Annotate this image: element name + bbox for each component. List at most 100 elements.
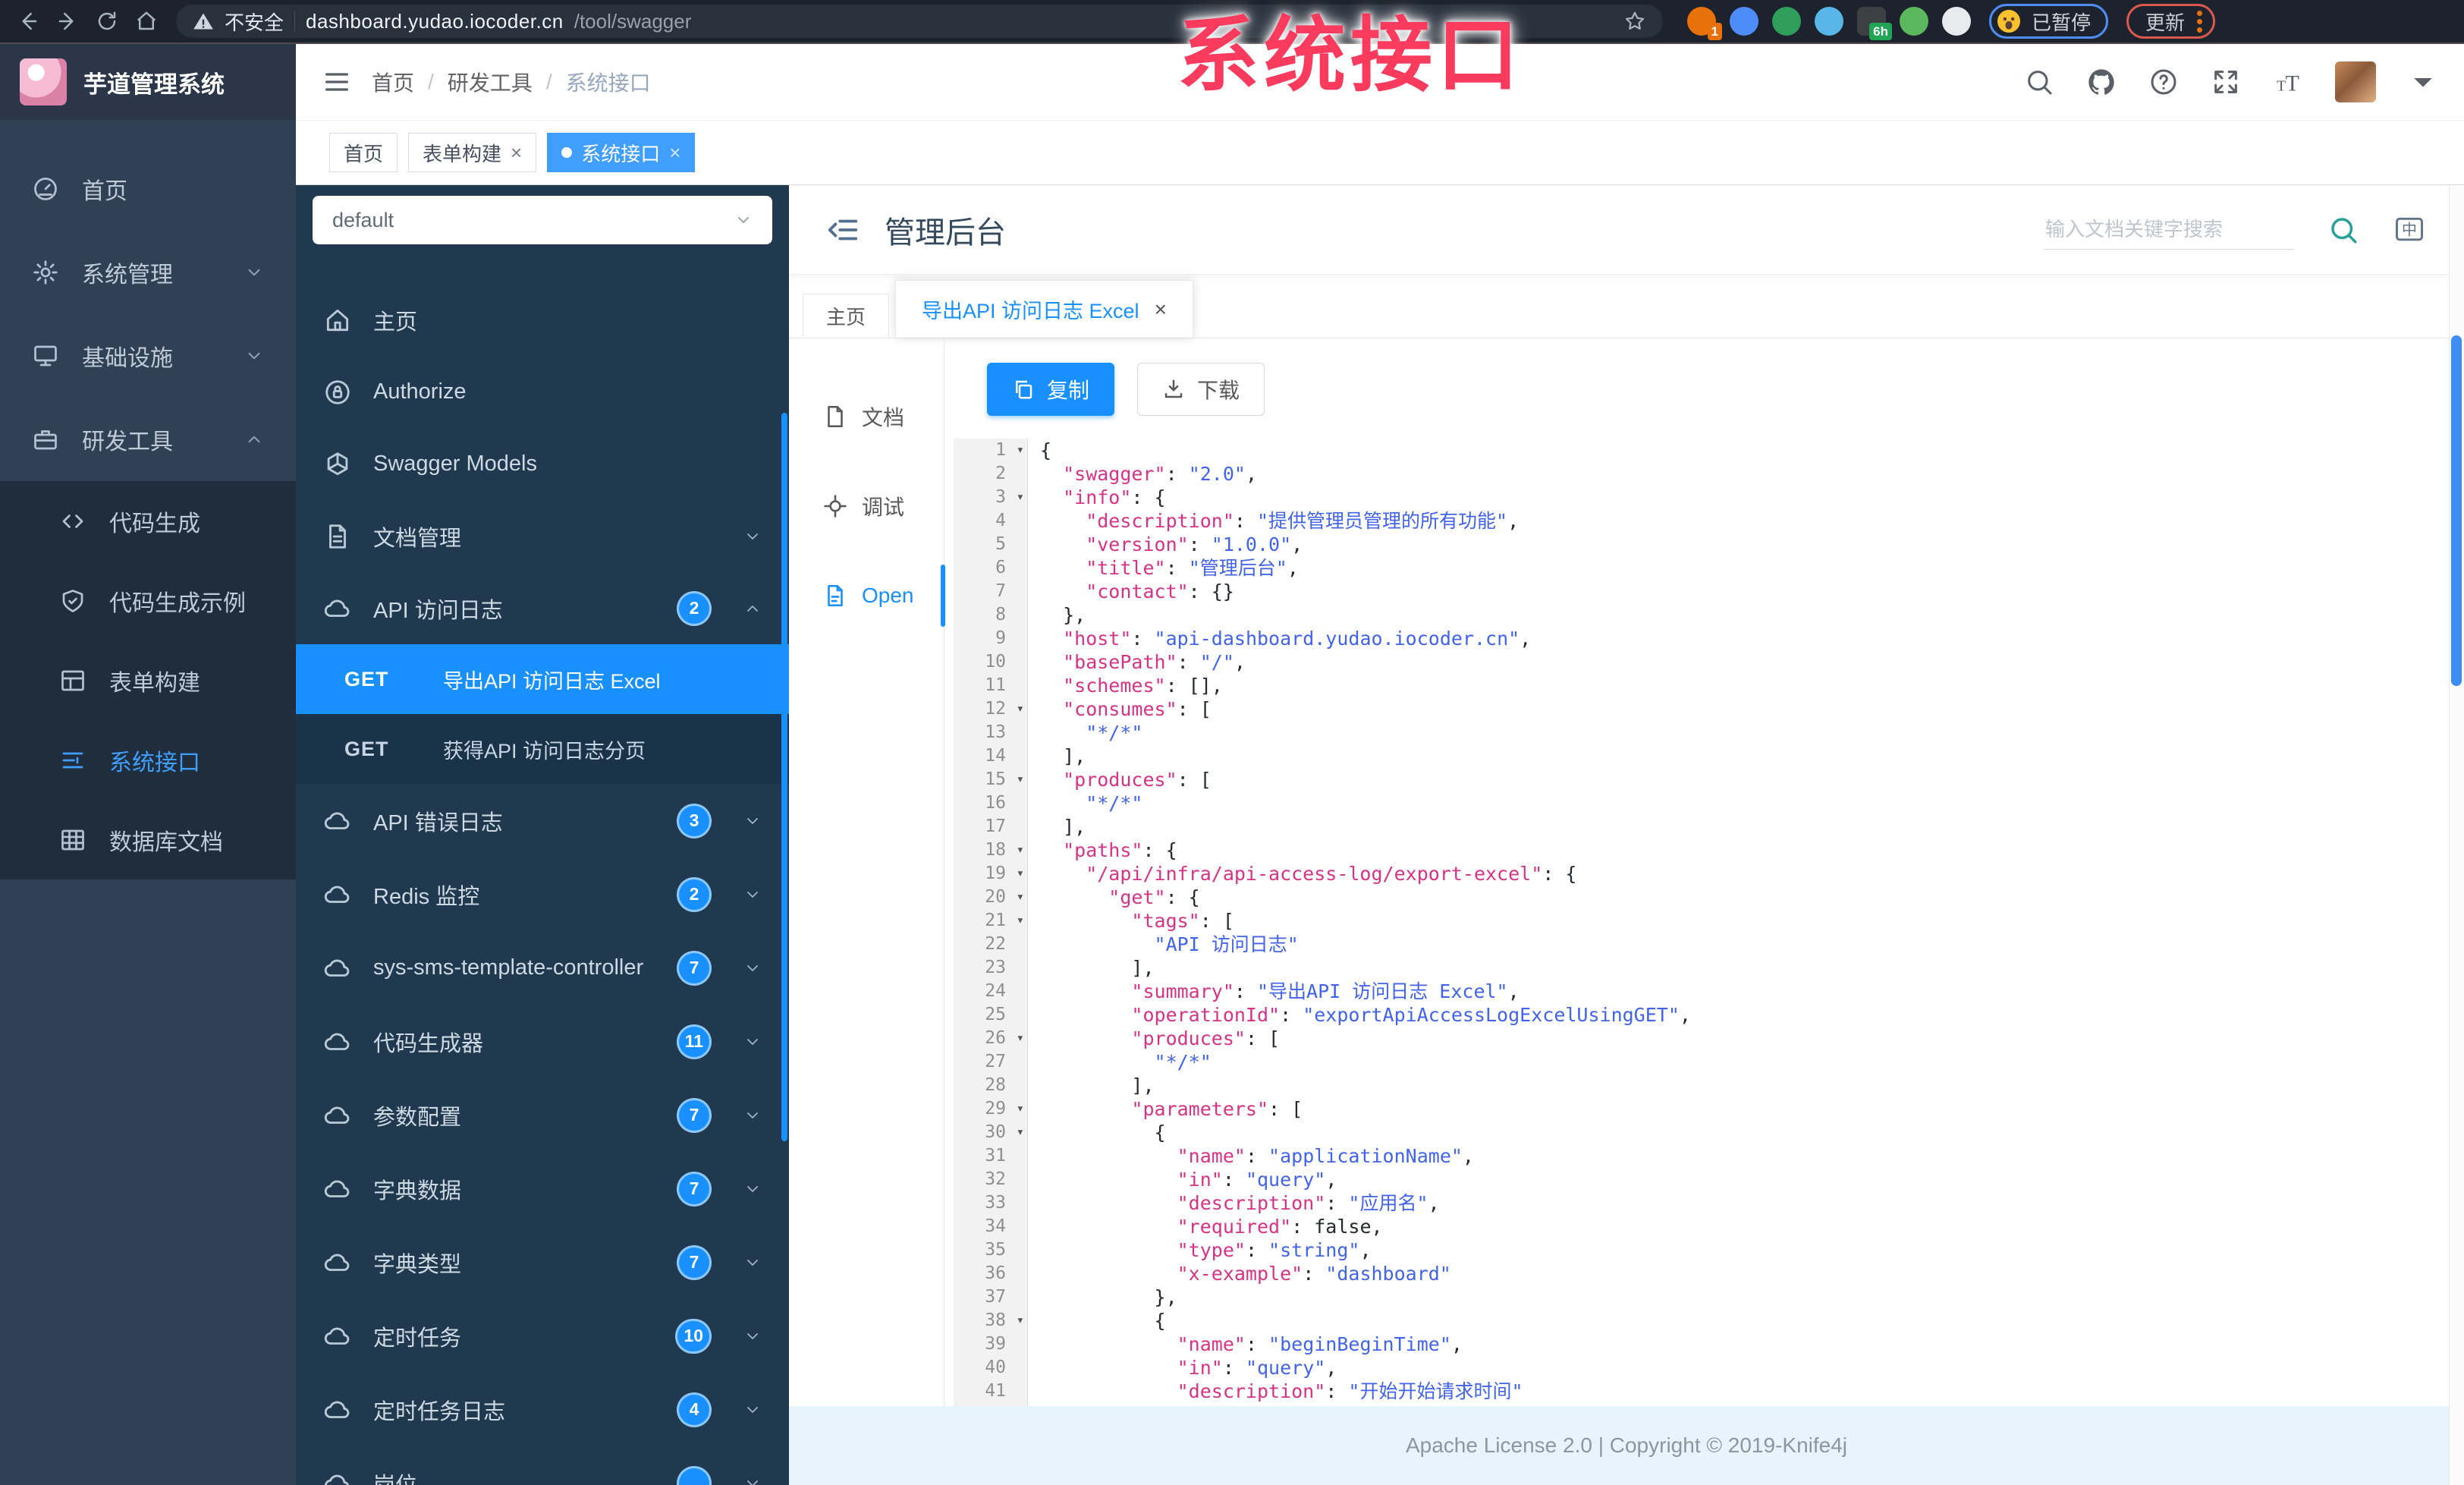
user-avatar[interactable] bbox=[2335, 61, 2376, 102]
doc-tab-导出API 访问日志 Excel[interactable]: 导出API 访问日志 Excel × bbox=[895, 280, 1193, 338]
copy-button[interactable]: 复制 bbox=[987, 363, 1115, 416]
operation-获得API 访问日志分页[interactable]: GET 获得API 访问日志分页 bbox=[296, 714, 789, 784]
line-number[interactable]: 21 ▾ bbox=[954, 909, 1027, 933]
chevron-down-icon bbox=[743, 527, 762, 546]
swagger-group-岗位[interactable]: 岗位 bbox=[296, 1446, 789, 1485]
download-button[interactable]: 下载 bbox=[1137, 363, 1265, 416]
code-line: ], bbox=[1040, 957, 1155, 979]
chevron-down-icon[interactable] bbox=[2408, 67, 2438, 97]
language-icon[interactable]: 中 bbox=[2393, 213, 2426, 247]
code-line: "contact": {} bbox=[1040, 580, 1234, 602]
collapse-sidebar-icon[interactable] bbox=[825, 212, 860, 247]
font-size-icon[interactable]: TT bbox=[2273, 67, 2303, 97]
side-tab-调试[interactable]: 调试 bbox=[789, 461, 944, 551]
line-number[interactable]: 3 ▾ bbox=[954, 486, 1027, 509]
breadcrumb-item[interactable]: 首页 bbox=[372, 67, 414, 97]
swagger-item-Authorize[interactable]: Authorize bbox=[296, 356, 789, 428]
extension-star-icon[interactable] bbox=[1942, 7, 1971, 36]
tag-系统接口[interactable]: 系统接口 × bbox=[547, 133, 696, 172]
swagger-group-API 错误日志[interactable]: API 错误日志 3 bbox=[296, 784, 789, 857]
browser-update-button[interactable]: 更新 bbox=[2126, 4, 2216, 39]
swagger-item-主页[interactable]: 主页 bbox=[296, 284, 789, 356]
line-number: 4 bbox=[995, 511, 1006, 530]
sidebar-item-系统管理[interactable]: 系统管理 bbox=[0, 231, 296, 314]
browser-menu-icon[interactable] bbox=[2197, 10, 2203, 33]
sidebar-item-研发工具[interactable]: 研发工具 bbox=[0, 398, 296, 481]
swagger-group-参数配置[interactable]: 参数配置 7 bbox=[296, 1078, 789, 1152]
swagger-group-字典数据[interactable]: 字典数据 7 bbox=[296, 1152, 789, 1225]
page-title: 管理后台 bbox=[885, 216, 1006, 250]
extension-orange-icon[interactable]: 1 bbox=[1687, 7, 1722, 40]
extension-grid-icon[interactable] bbox=[1815, 7, 1843, 36]
sidebar-scrollbar[interactable] bbox=[781, 413, 787, 1141]
code-editor[interactable]: 1 ▾ 2 3 ▾ 4 5 6 7 8 9 10 11 12 ▾ 13 14 15 ▾ 16 17 18 ▾ 19 ▾ 20 ▾ 21… bbox=[954, 439, 2464, 1406]
operation-导出API 访问日志 Excel[interactable]: GET 导出API 访问日志 Excel bbox=[296, 644, 789, 714]
swagger-group-字典类型[interactable]: 字典类型 7 bbox=[296, 1225, 789, 1299]
sidebar-item-系统接口[interactable]: 系统接口 bbox=[0, 720, 296, 800]
doc-search-input[interactable] bbox=[2044, 209, 2294, 250]
tag-表单构建[interactable]: 表单构建 × bbox=[408, 133, 537, 172]
line-number[interactable]: 38 ▾ bbox=[954, 1309, 1027, 1332]
tag-首页[interactable]: 首页 bbox=[329, 133, 398, 172]
sidebar-item-数据库文档[interactable]: 数据库文档 bbox=[0, 800, 296, 879]
swagger-group-Redis 监控[interactable]: Redis 监控 2 bbox=[296, 857, 789, 931]
line-number[interactable]: 15 ▾ bbox=[954, 768, 1027, 791]
swagger-item-API 访问日志[interactable]: API 访问日志 2 bbox=[296, 572, 789, 644]
line-number[interactable]: 1 ▾ bbox=[954, 439, 1027, 462]
close-icon[interactable]: × bbox=[1155, 297, 1167, 322]
scrollbar-thumb[interactable] bbox=[2451, 335, 2462, 686]
sidebar-item-基础设施[interactable]: 基础设施 bbox=[0, 314, 296, 398]
swagger-group-定时任务日志[interactable]: 定时任务日志 4 bbox=[296, 1373, 789, 1446]
side-tab-文档[interactable]: 文档 bbox=[789, 372, 944, 461]
browser-home-button[interactable] bbox=[129, 4, 164, 39]
github-icon[interactable] bbox=[2086, 67, 2117, 97]
code-icon bbox=[59, 508, 86, 535]
sidebar-item-首页[interactable]: 首页 bbox=[0, 147, 296, 231]
sidebar-item-代码生成示例[interactable]: 代码生成示例 bbox=[0, 561, 296, 640]
line-number: 7 bbox=[995, 581, 1006, 601]
app-logo[interactable]: 芋道管理系统 bbox=[0, 44, 296, 120]
hamburger-icon[interactable] bbox=[322, 67, 352, 97]
api-group-select[interactable]: default bbox=[313, 196, 772, 244]
close-icon[interactable]: × bbox=[669, 143, 680, 162]
extension-leaf-icon[interactable] bbox=[1900, 7, 1928, 36]
extension-dark-icon[interactable]: 6h bbox=[1857, 7, 1892, 40]
help-icon[interactable] bbox=[2148, 67, 2179, 97]
bookmark-star-icon[interactable] bbox=[1623, 10, 1646, 33]
line-number[interactable]: 26 ▾ bbox=[954, 1027, 1027, 1050]
line-number[interactable]: 12 ▾ bbox=[954, 697, 1027, 721]
extension-shield-icon[interactable] bbox=[1772, 7, 1801, 36]
side-tab-Open[interactable]: Open bbox=[789, 551, 945, 640]
fullscreen-icon[interactable] bbox=[2211, 67, 2241, 97]
code-line: "/api/infra/api-access-log/export-excel"… bbox=[1040, 863, 1577, 885]
line-number[interactable]: 29 ▾ bbox=[954, 1097, 1027, 1121]
swagger-group-代码生成器[interactable]: 代码生成器 11 bbox=[296, 1005, 789, 1078]
search-icon[interactable] bbox=[2024, 67, 2054, 97]
sidebar-item-表单构建[interactable]: 表单构建 bbox=[0, 640, 296, 720]
browser-forward-button[interactable] bbox=[50, 4, 85, 39]
line-number[interactable]: 30 ▾ bbox=[954, 1121, 1027, 1144]
swagger-group-定时任务[interactable]: 定时任务 10 bbox=[296, 1299, 789, 1373]
breadcrumb-item[interactable]: 研发工具 bbox=[448, 67, 533, 97]
extension-pin-icon[interactable] bbox=[1730, 7, 1758, 36]
cloud-icon bbox=[323, 1469, 352, 1485]
search-icon[interactable] bbox=[2327, 214, 2359, 246]
page-scrollbar[interactable] bbox=[2449, 185, 2464, 1485]
svg-text:T: T bbox=[2286, 71, 2299, 96]
line-number[interactable]: 19 ▾ bbox=[954, 862, 1027, 886]
line-number[interactable]: 18 ▾ bbox=[954, 838, 1027, 862]
browser-back-button[interactable] bbox=[11, 4, 46, 39]
swagger-group-sys-sms-template-controller[interactable]: sys-sms-template-controller 7 bbox=[296, 931, 789, 1005]
line-number[interactable]: 20 ▾ bbox=[954, 886, 1027, 909]
browser-reload-button[interactable] bbox=[90, 4, 124, 39]
security-label[interactable]: 不安全 bbox=[225, 8, 284, 36]
close-icon[interactable]: × bbox=[511, 143, 522, 162]
browser-profile-chip[interactable]: 已暂停 bbox=[1989, 4, 2109, 39]
fold-caret-icon: ▾ bbox=[1016, 701, 1024, 716]
address-bar[interactable]: 不安全 dashboard.yudao.iocoder.cn /tool/swa… bbox=[176, 5, 1663, 38]
swagger-item-Swagger Models[interactable]: Swagger Models bbox=[296, 428, 789, 500]
swagger-item-文档管理[interactable]: 文档管理 bbox=[296, 500, 789, 572]
doc-tab-主页[interactable]: 主页 bbox=[803, 294, 890, 338]
line-number: 33 bbox=[985, 1193, 1006, 1213]
sidebar-item-代码生成[interactable]: 代码生成 bbox=[0, 481, 296, 561]
